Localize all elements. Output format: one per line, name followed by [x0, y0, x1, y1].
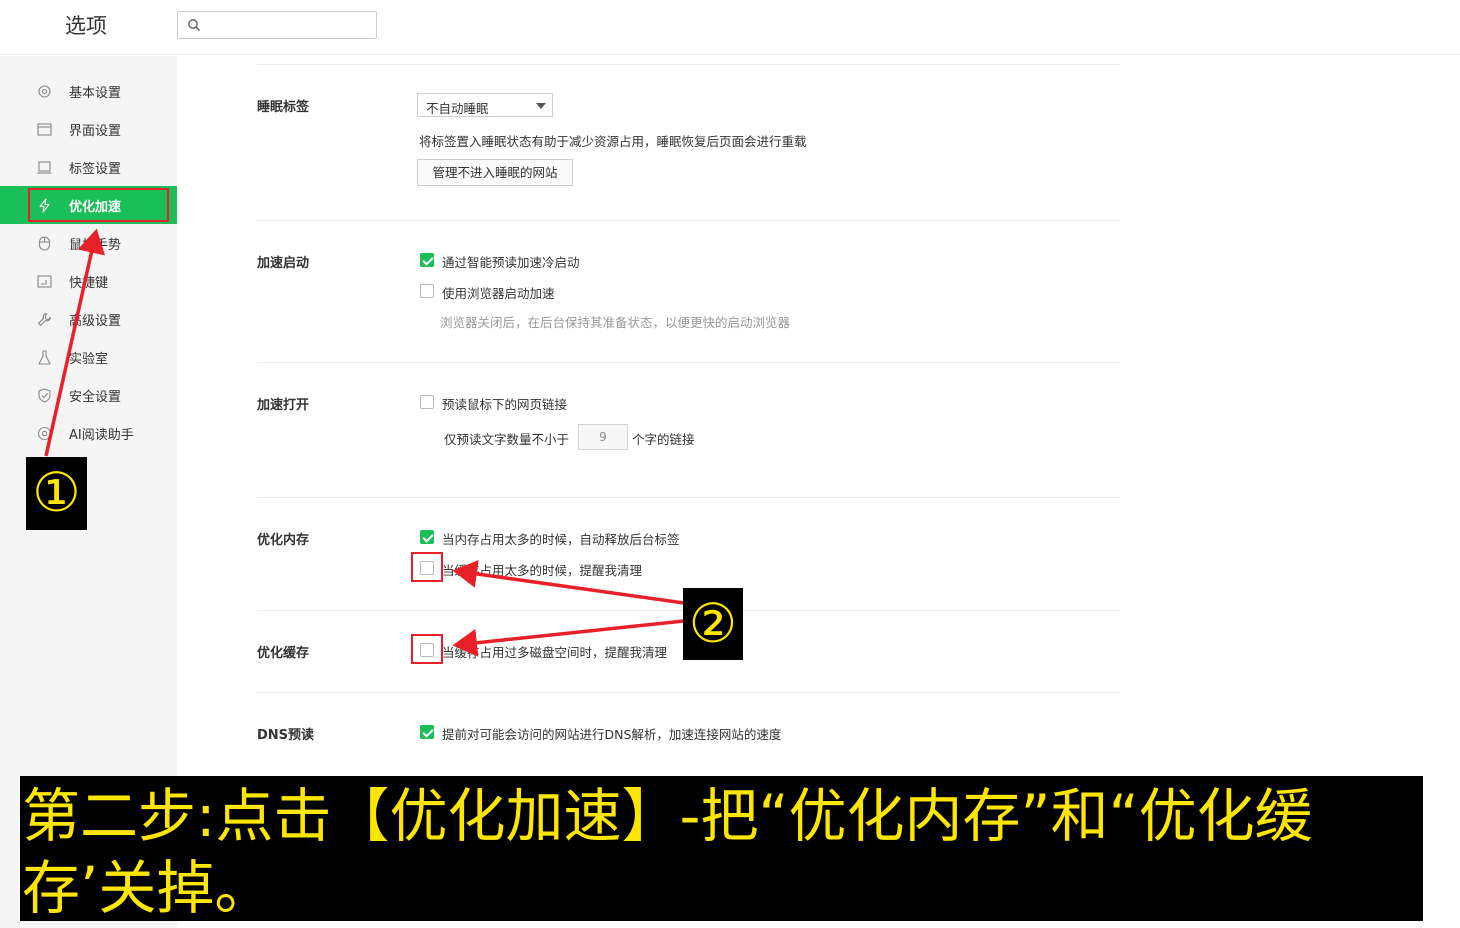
highlight-box-cache-checkbox [411, 634, 443, 664]
section-title-open-acceleration: 加速打开 [257, 398, 310, 413]
memory-cache-reminder-label: 当缓存占用太多的时候，提醒我清理 [442, 563, 643, 578]
search-input[interactable] [206, 15, 371, 35]
section-title-optimize-cache: 优化缓存 [257, 646, 310, 661]
mouse-icon [38, 236, 51, 251]
sidebar-item-label: 安全设置 [69, 390, 122, 405]
instruction-caption-text: 第二步:点击【优化加速】-把“优化内存”和“优化缓存’关掉。 [22, 782, 1313, 922]
sidebar-item-basic-settings[interactable]: 基本设置 [0, 72, 177, 110]
divider [257, 64, 1120, 65]
search-box[interactable] [177, 11, 377, 39]
sidebar-item-label: 高级设置 [69, 314, 122, 329]
sidebar-item-label: 快捷键 [69, 276, 109, 291]
sidebar-item-label: 实验室 [69, 352, 109, 367]
sidebar-item-label: 标签设置 [69, 162, 122, 177]
step-2-badge: ② [683, 588, 743, 660]
auto-release-background-tabs-label: 当内存占用太多的时候，自动释放后台标签 [442, 532, 680, 547]
top-bar: 选项 [0, 0, 1460, 55]
sidebar-item-label: 鼠标手势 [69, 238, 122, 253]
disk-cache-reminder-label: 当缓存占用过多磁盘空间时，提醒我清理 [442, 645, 668, 660]
smart-preread-label: 通过智能预读加速冷启动 [442, 255, 580, 270]
sleep-description: 将标签置入睡眠状态有助于减少资源占用，睡眠恢复后页面会进行重载 [419, 134, 807, 149]
divider [257, 220, 1120, 221]
gear-icon [38, 85, 51, 98]
tab-icon [37, 161, 52, 174]
sidebar-item-security-settings[interactable]: 安全设置 [0, 376, 177, 414]
sidebar-item-label: 基本设置 [69, 86, 122, 101]
section-title-dns-prefetch: DNS预读 [257, 728, 315, 743]
preread-hover-links-checkbox[interactable] [420, 395, 434, 409]
sidebar-item-tab-settings[interactable]: 标签设置 [0, 148, 177, 186]
min-chars-prefix-label: 仅预读文字数量不小于 [444, 432, 570, 447]
startup-acceleration-hint: 浏览器关闭后，在后台保持其准备状态，以便更快的启动浏览器 [440, 315, 791, 330]
section-title-optimize-memory: 优化内存 [257, 533, 310, 548]
sidebar-item-label: AI阅读助手 [69, 428, 134, 443]
section-title-startup-acceleration: 加速启动 [257, 256, 310, 271]
divider [257, 692, 1120, 693]
instruction-caption: 第二步:点击【优化加速】-把“优化内存”和“优化缓存’关掉。 [20, 776, 1423, 922]
browser-startup-acceleration-checkbox[interactable] [420, 284, 434, 298]
browser-startup-acceleration-label: 使用浏览器启动加速 [442, 286, 555, 301]
search-icon [188, 19, 200, 31]
ai-assistant-icon [37, 426, 52, 441]
divider [257, 497, 1120, 498]
step-1-badge: ① [26, 457, 87, 530]
dns-prefetch-label: 提前对可能会访问的网站进行DNS解析，加速连接网站的速度 [442, 727, 782, 742]
min-chars-input[interactable]: 9 [578, 424, 628, 450]
sidebar-item-advanced-settings[interactable]: 高级设置 [0, 300, 177, 338]
sidebar-item-interface-settings[interactable]: 界面设置 [0, 110, 177, 148]
sidebar-item-mouse-gestures[interactable]: 鼠标手势 [0, 224, 177, 262]
page-title: 选项 [65, 14, 107, 38]
flask-icon [38, 350, 51, 365]
manage-no-sleep-sites-button[interactable]: 管理不进入睡眠的网站 [417, 159, 573, 186]
min-chars-suffix-label: 个字的链接 [632, 432, 695, 447]
dns-prefetch-checkbox[interactable] [420, 725, 434, 739]
sleep-mode-select[interactable]: 不自动睡眠 [417, 93, 553, 117]
smart-preread-checkbox[interactable] [420, 253, 434, 267]
highlight-box-optimize-speed [28, 188, 169, 222]
chevron-down-icon [536, 103, 546, 109]
sleep-mode-select-value: 不自动睡眠 [426, 101, 489, 116]
wrench-icon [37, 312, 52, 327]
shield-icon [38, 388, 51, 403]
sidebar-item-label: 界面设置 [69, 124, 122, 139]
window-icon [37, 123, 52, 136]
divider [257, 362, 1120, 363]
sidebar-item-lab[interactable]: 实验室 [0, 338, 177, 376]
keyboard-icon [37, 275, 52, 288]
sidebar-item-shortcuts[interactable]: 快捷键 [0, 262, 177, 300]
section-title-sleep-tabs: 睡眠标签 [257, 100, 310, 115]
sidebar-item-ai-reading-assistant[interactable]: AI阅读助手 [0, 414, 177, 452]
preread-hover-links-label: 预读鼠标下的网页链接 [442, 397, 568, 412]
highlight-box-memory-checkbox [411, 552, 443, 582]
auto-release-background-tabs-checkbox[interactable] [420, 530, 434, 544]
